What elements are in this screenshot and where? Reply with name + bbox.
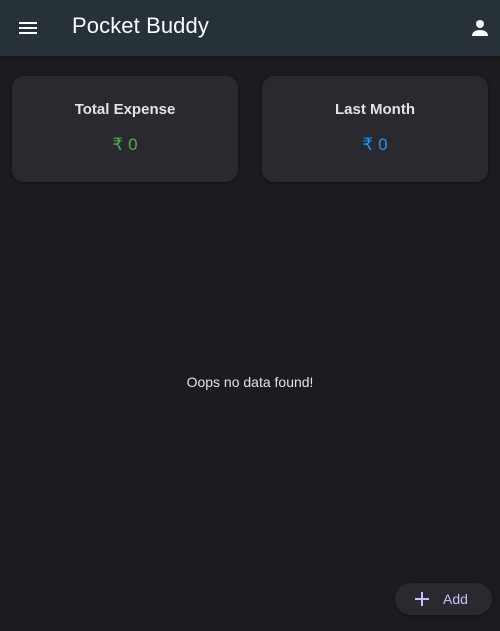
last-month-amount: 0 — [378, 135, 388, 154]
account-icon[interactable] — [468, 16, 492, 40]
last-month-value: ₹0 — [262, 135, 488, 155]
empty-state-message: Oops no data found! — [186, 374, 314, 390]
app-bar: Pocket Buddy — [0, 0, 500, 56]
last-month-title: Last Month — [335, 101, 415, 118]
total-expense-currency: ₹ — [112, 135, 124, 154]
app-root: Pocket Buddy Total Expense ₹0 Last Month… — [0, 0, 500, 631]
menu-icon[interactable] — [16, 16, 40, 40]
total-expense-card: Total Expense ₹0 — [12, 76, 238, 182]
app-title: Pocket Buddy — [72, 13, 209, 38]
add-button[interactable]: Add — [395, 583, 492, 615]
total-expense-amount: 0 — [128, 135, 138, 154]
last-month-card: Last Month ₹0 — [262, 76, 488, 182]
add-button-label: Add — [443, 591, 468, 607]
total-expense-value: ₹0 — [12, 135, 238, 155]
plus-icon — [413, 590, 431, 608]
total-expense-title: Total Expense — [74, 101, 176, 118]
last-month-currency: ₹ — [362, 135, 374, 154]
